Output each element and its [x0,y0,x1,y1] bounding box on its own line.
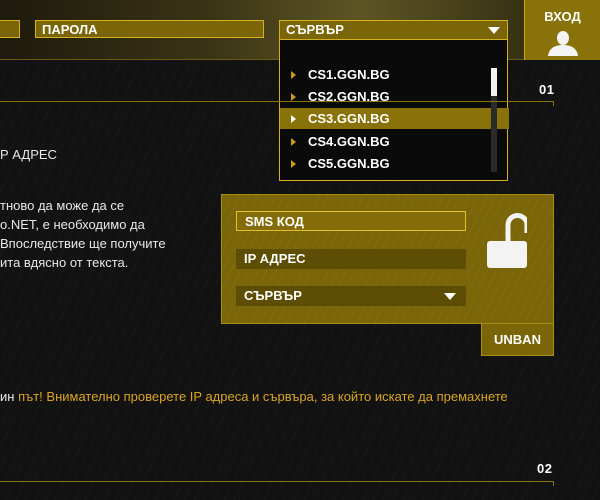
arrow-right-icon [291,160,296,168]
server-option[interactable]: CS4.GGN.BG [280,131,490,152]
password-label: ПАРОЛА [42,22,98,37]
notice-highlight: път! Внимателно проверете IP адреса и съ… [18,389,508,404]
username-field-edge[interactable] [0,20,20,38]
server-option[interactable]: CS5.GGN.BG [280,153,490,174]
user-avatar-icon [547,31,578,56]
arrow-right-icon [291,138,296,146]
section-divider [0,101,554,106]
unban-form: SMS КОД IP АДРЕС СЪРВЪР [221,194,554,324]
paragraph-line: ита вдясно от текста. [0,255,129,270]
password-field[interactable]: ПАРОЛА [35,20,264,38]
unlock-icon [487,213,527,268]
section-heading: Р АДРЕС [0,147,57,162]
paragraph-line: тново да може да се [0,198,125,213]
server-select-label: СЪРВЪР [286,22,344,37]
sms-code-input[interactable]: SMS КОД [236,211,466,231]
unban-button[interactable]: UNBAN [481,323,554,356]
section-divider [0,481,554,486]
server-select[interactable]: СЪРВЪР [279,20,508,40]
section-number-01: 01 [539,82,555,97]
dropdown-scrollbar-thumb[interactable] [491,68,497,96]
login-button[interactable]: ВХОД [524,0,600,60]
chevron-down-icon [488,27,500,34]
paragraph-line: о.NET, е необходимо да [0,217,145,232]
paragraph-line: Впоследствие ще получите [0,236,166,251]
section-number-02: 02 [537,461,553,476]
server-option[interactable]: CS1.GGN.BG [280,64,490,85]
login-label: ВХОД [544,9,581,24]
server-option-selected[interactable]: CS3.GGN.BG [280,108,509,129]
ip-address-input[interactable]: IP АДРЕС [236,249,466,269]
arrow-right-icon [291,71,296,79]
arrow-right-icon [291,115,296,123]
notice-text: ин път! Внимателно проверете IP адреса и… [0,389,508,404]
chevron-down-icon [444,293,456,300]
server-dropdown-list[interactable]: CS1.GGN.BG CS2.GGN.BG CS3.GGN.BG CS4.GGN… [279,40,509,181]
server-option[interactable]: CS2.GGN.BG [280,86,490,107]
server-select-form[interactable]: СЪРВЪР [236,286,466,306]
arrow-right-icon [291,93,296,101]
